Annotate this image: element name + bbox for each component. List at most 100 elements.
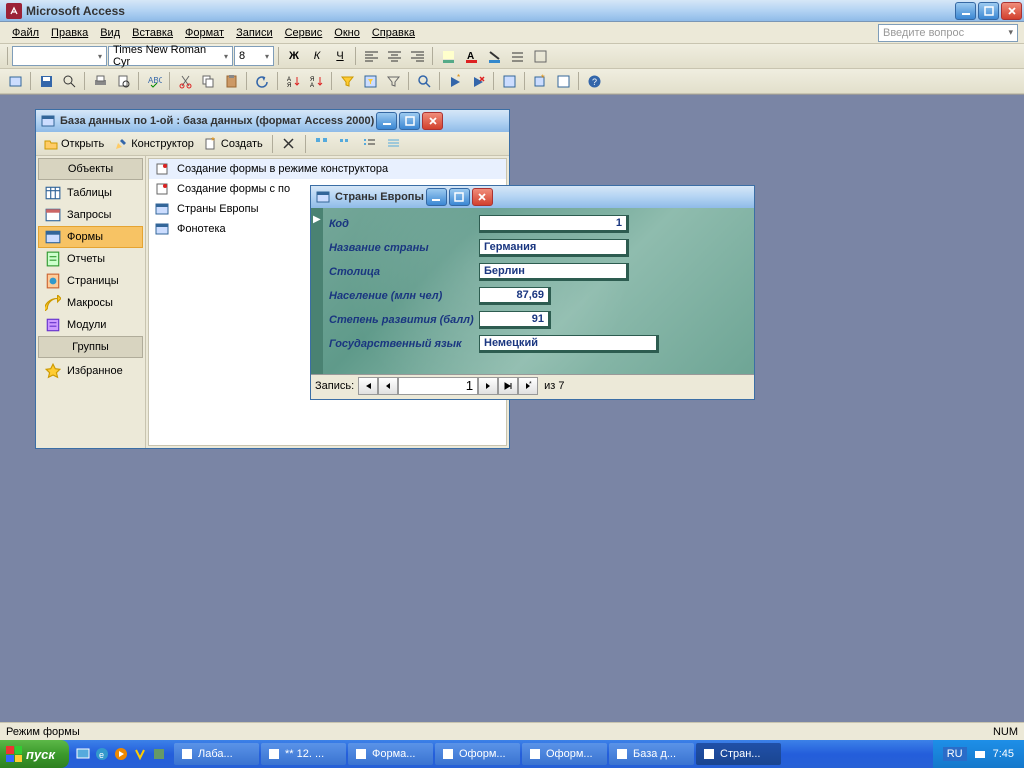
- form-titlebar[interactable]: Страны Европы: [311, 186, 754, 208]
- sidebar-item-module[interactable]: Модули: [38, 314, 143, 336]
- nav-next-button[interactable]: [478, 377, 498, 395]
- font-name-select[interactable]: Times New Roman Cyr: [108, 46, 233, 66]
- font-color-button[interactable]: A: [460, 46, 482, 66]
- ql-app-icon[interactable]: [151, 746, 167, 762]
- nav-first-button[interactable]: [358, 377, 378, 395]
- db-close-button[interactable]: [422, 112, 443, 130]
- font-size-select[interactable]: 8: [234, 46, 274, 66]
- undo-button[interactable]: [251, 71, 273, 91]
- nav-record-input[interactable]: [398, 377, 478, 395]
- db-list-button[interactable]: [359, 134, 381, 154]
- copy-button[interactable]: [197, 71, 219, 91]
- language-indicator[interactable]: RU: [943, 747, 967, 761]
- nav-prev-button[interactable]: [378, 377, 398, 395]
- menu-window[interactable]: Окно: [328, 25, 366, 41]
- apply-filter-button[interactable]: [382, 71, 404, 91]
- ql-ie-icon[interactable]: e: [94, 746, 110, 762]
- menu-edit[interactable]: Правка: [45, 25, 94, 41]
- italic-button[interactable]: К: [306, 46, 328, 66]
- close-button[interactable]: [1001, 2, 1022, 20]
- db-new-button[interactable]: *Создать: [200, 135, 267, 153]
- bold-button[interactable]: Ж: [283, 46, 305, 66]
- print-button[interactable]: [89, 71, 111, 91]
- menu-format[interactable]: Формат: [179, 25, 230, 41]
- taskbar-item[interactable]: Оформ...: [522, 743, 607, 765]
- clock[interactable]: 7:45: [993, 748, 1014, 760]
- cut-button[interactable]: [174, 71, 196, 91]
- ql-desktop-icon[interactable]: [75, 746, 91, 762]
- db-minimize-button[interactable]: [376, 112, 397, 130]
- start-button[interactable]: пуск: [0, 740, 69, 768]
- spelling-button[interactable]: ABC: [143, 71, 165, 91]
- sidebar-item-page[interactable]: Страницы: [38, 270, 143, 292]
- field-value[interactable]: Германия: [479, 239, 629, 257]
- minimize-button[interactable]: [955, 2, 976, 20]
- database-window-button[interactable]: [498, 71, 520, 91]
- underline-button[interactable]: Ч: [329, 46, 351, 66]
- list-item[interactable]: Создание формы в режиме конструктора: [149, 159, 506, 179]
- menu-help[interactable]: Справка: [366, 25, 421, 41]
- search-file-button[interactable]: [58, 71, 80, 91]
- print-preview-button[interactable]: [112, 71, 134, 91]
- fill-color-button[interactable]: [437, 46, 459, 66]
- db-maximize-button[interactable]: [399, 112, 420, 130]
- ql-player-icon[interactable]: [113, 746, 129, 762]
- field-value[interactable]: 91: [479, 311, 551, 329]
- sidebar-item-query[interactable]: Запросы: [38, 204, 143, 226]
- field-value[interactable]: 1: [479, 215, 629, 233]
- new-record-button[interactable]: *: [444, 71, 466, 91]
- taskbar-item[interactable]: Лаба...: [174, 743, 259, 765]
- align-right-button[interactable]: [406, 46, 428, 66]
- sidebar-group-objects[interactable]: Объекты: [38, 158, 143, 180]
- record-selector[interactable]: ▶: [311, 208, 323, 374]
- align-left-button[interactable]: [360, 46, 382, 66]
- db-titlebar[interactable]: База данных по 1-ой : база данных (форма…: [36, 110, 509, 132]
- field-value[interactable]: Немецкий: [479, 335, 659, 353]
- db-design-button[interactable]: Конструктор: [110, 135, 198, 153]
- menu-file[interactable]: Файл: [6, 25, 45, 41]
- align-center-button[interactable]: [383, 46, 405, 66]
- taskbar-item[interactable]: Оформ...: [435, 743, 520, 765]
- sidebar-item-table[interactable]: Таблицы: [38, 182, 143, 204]
- filter-form-button[interactable]: [359, 71, 381, 91]
- form-minimize-button[interactable]: [426, 188, 447, 206]
- db-delete-button[interactable]: [278, 134, 300, 154]
- border-width-button[interactable]: [506, 46, 528, 66]
- object-selector[interactable]: [12, 46, 107, 66]
- sort-asc-button[interactable]: АЯ: [282, 71, 304, 91]
- nav-new-button[interactable]: *: [518, 377, 538, 395]
- help-search[interactable]: Введите вопрос: [878, 24, 1018, 42]
- paste-button[interactable]: [220, 71, 242, 91]
- view-button[interactable]: [4, 71, 26, 91]
- new-object-button[interactable]: *: [529, 71, 551, 91]
- field-value[interactable]: 87,69: [479, 287, 551, 305]
- taskbar-item[interactable]: ** 12. ...: [261, 743, 346, 765]
- ql-winamp-icon[interactable]: [132, 746, 148, 762]
- db-large-icons-button[interactable]: [311, 134, 333, 154]
- menu-view[interactable]: Вид: [94, 25, 126, 41]
- taskbar-item[interactable]: Форма...: [348, 743, 433, 765]
- filter-selection-button[interactable]: [336, 71, 358, 91]
- save-button[interactable]: [35, 71, 57, 91]
- db-open-button[interactable]: Открыть: [40, 135, 108, 153]
- taskbar-item[interactable]: Стран...: [696, 743, 781, 765]
- tray-icon[interactable]: [973, 747, 987, 761]
- sidebar-group-groups[interactable]: Группы: [38, 336, 143, 358]
- delete-record-button[interactable]: [467, 71, 489, 91]
- menu-records[interactable]: Записи: [230, 25, 279, 41]
- help-button[interactable]: ?: [583, 71, 605, 91]
- special-effect-button[interactable]: [529, 46, 551, 66]
- db-small-icons-button[interactable]: [335, 134, 357, 154]
- form-close-button[interactable]: [472, 188, 493, 206]
- sidebar-favorites[interactable]: Избранное: [38, 360, 143, 382]
- line-color-button[interactable]: [483, 46, 505, 66]
- menu-insert[interactable]: Вставка: [126, 25, 179, 41]
- taskbar-item[interactable]: База д...: [609, 743, 694, 765]
- field-value[interactable]: Берлин: [479, 263, 629, 281]
- sort-desc-button[interactable]: ЯА: [305, 71, 327, 91]
- find-button[interactable]: [413, 71, 435, 91]
- office-links-button[interactable]: [552, 71, 574, 91]
- sidebar-item-form[interactable]: Формы: [38, 226, 143, 248]
- maximize-button[interactable]: [978, 2, 999, 20]
- sidebar-item-report[interactable]: Отчеты: [38, 248, 143, 270]
